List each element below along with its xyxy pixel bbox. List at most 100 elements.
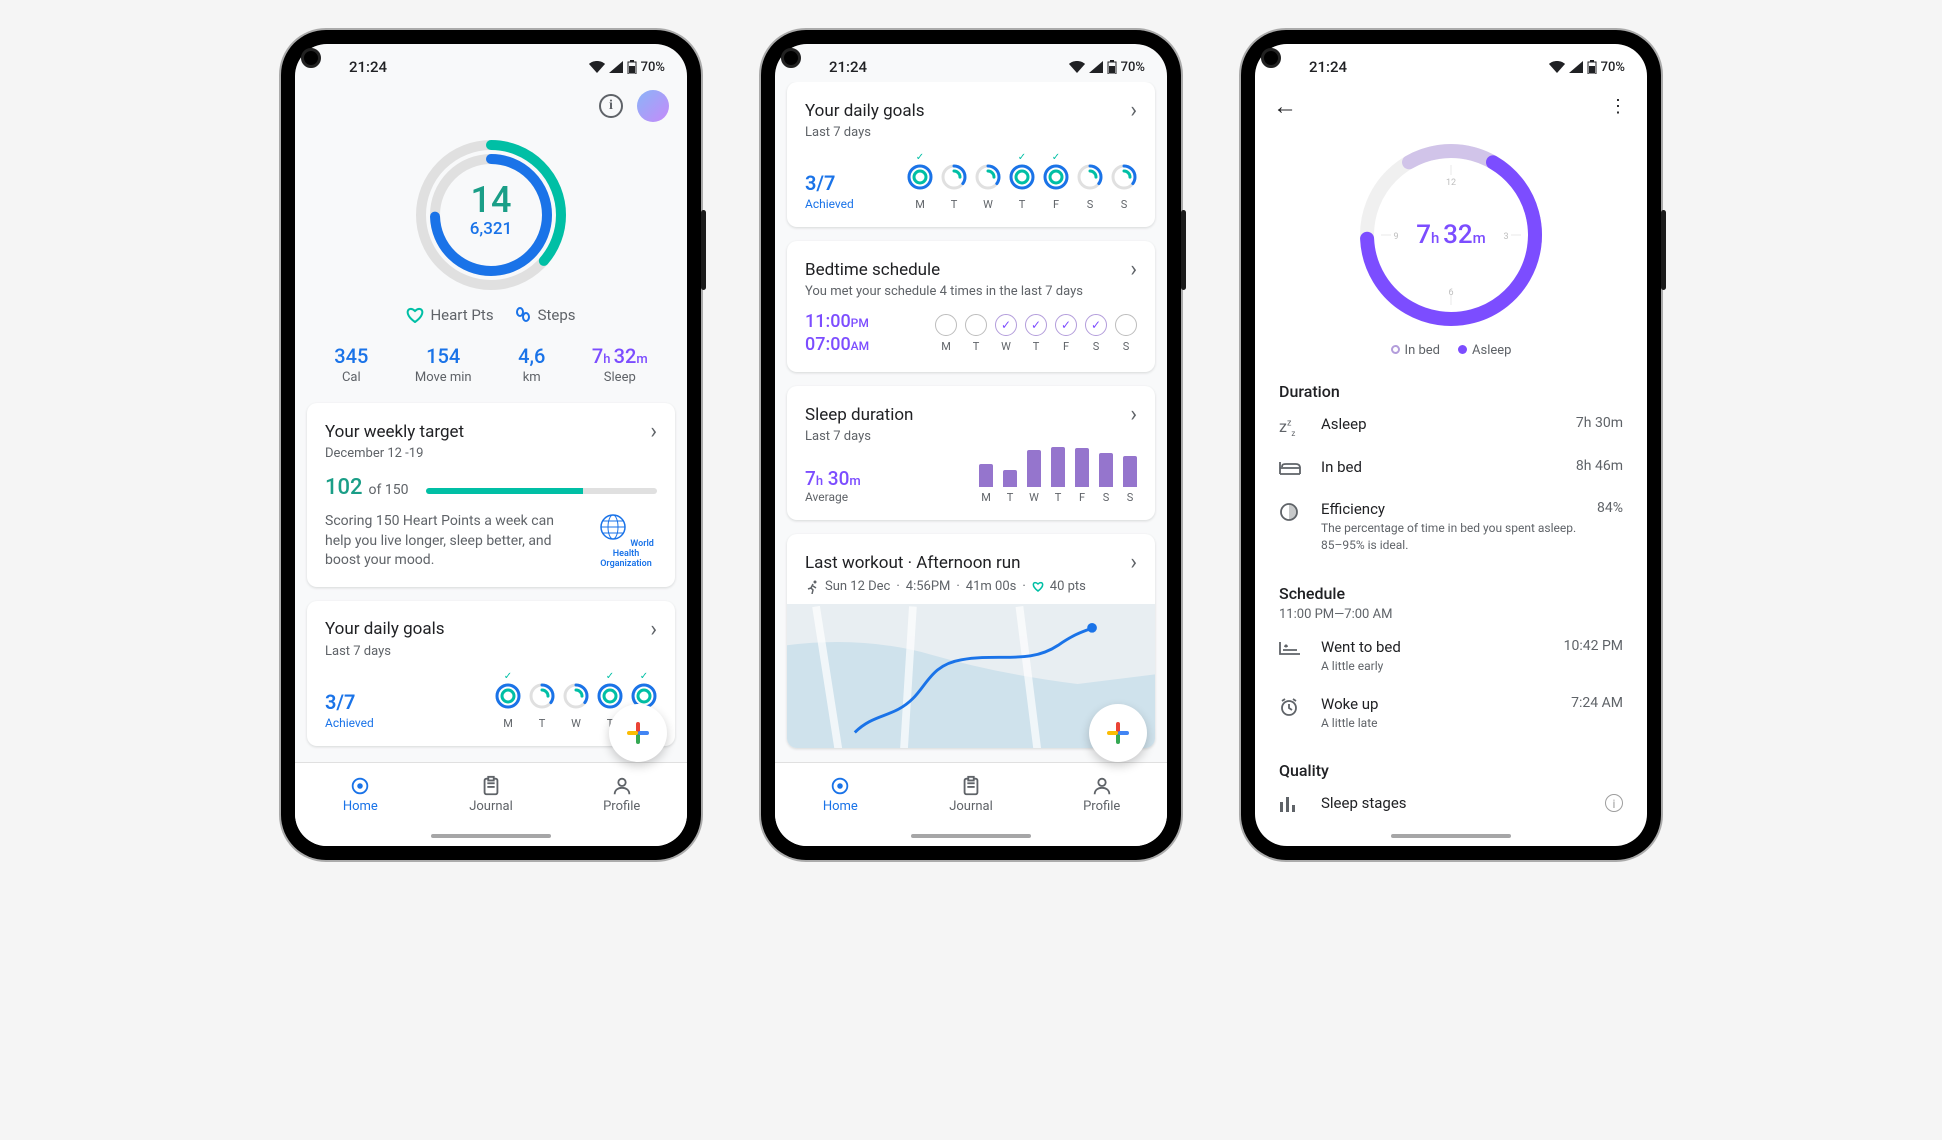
camera-hole [1261,48,1281,68]
status-bar: 21:24 70% [295,44,687,82]
battery-icon [627,60,637,74]
row-went-to-bed[interactable]: Went to bed A little early 10:42 PM [1279,628,1623,685]
bedtime-day: ✓ T [1025,314,1047,353]
svg-text:12: 12 [1446,178,1456,188]
target-progress-bar [426,488,657,494]
bedtime-day: S [1115,314,1137,353]
bedtime-day: ✓ W [995,314,1017,353]
battery-icon [1587,60,1597,74]
metric-move-min[interactable]: 154 Move min [415,344,472,385]
weekly-target-card[interactable]: Your weekly target › December 12 -19 102… [307,403,675,587]
chevron-right-icon: › [1130,257,1137,282]
bed-icon [1279,458,1305,480]
day-indicator: ✓ T [1009,152,1035,211]
fab-add-button[interactable] [1089,704,1147,762]
row-sleep-stages[interactable]: Sleep stages i [1279,784,1623,826]
sleep-bar: M [979,464,993,504]
alarm-icon [1279,695,1305,721]
row-in-bed[interactable]: In bed 8h 46m [1279,448,1623,490]
sleep-bar: T [1003,470,1017,504]
chevron-right-icon: › [1130,550,1137,575]
bottom-nav: Home Journal Profile [775,762,1167,826]
phone-2: 21:24 70% Your daily goals › Last 7 days… [761,30,1181,860]
bottom-nav: Home Journal Profile [295,762,687,826]
status-bar: 21:24 70% [775,44,1167,82]
nav-journal[interactable]: Journal [426,763,557,826]
camera-hole [301,48,321,68]
wifi-icon [1069,61,1085,73]
day-indicator: S [1077,152,1103,211]
fab-add-button[interactable] [609,704,667,762]
chevron-right-icon: › [650,419,657,444]
day-indicator: ✓ M [907,152,933,211]
daily-goals-card[interactable]: Your daily goals › Last 7 days 3/7 Achie… [787,82,1155,227]
battery-icon [1107,60,1117,74]
legend-in-bed: In bed [1391,343,1440,358]
lay-down-icon [1279,638,1305,659]
wifi-icon [589,61,605,73]
metric-cal[interactable]: 345 Cal [334,344,368,385]
info-icon[interactable]: i [599,94,623,118]
sleep-bar: S [1123,456,1137,504]
metric-sleep[interactable]: 7h 32m Sleep [592,344,648,385]
sleep-bar: W [1027,450,1041,504]
signal-icon [609,61,623,73]
legend-steps: Steps [514,306,576,324]
nav-profile[interactable]: Profile [1036,763,1167,826]
run-icon [805,580,819,594]
profile-icon [611,775,633,797]
bedtime-day: ✓ S [1085,314,1107,353]
steps-icon [514,307,532,323]
svg-text:6: 6 [1448,288,1453,298]
sleep-bar: T [1051,447,1065,504]
signal-icon [1569,61,1583,73]
sleep-duration-card[interactable]: Sleep duration › Last 7 days 7h 30m Aver… [787,386,1155,520]
profile-avatar[interactable] [637,90,669,122]
card-title: Your weekly target [325,422,464,442]
status-time: 21:24 [349,58,387,76]
metric-km[interactable]: 4,6 km [518,344,545,385]
day-indicator: W [975,152,1001,211]
row-efficiency[interactable]: Efficiency The percentage of time in bed… [1279,490,1623,564]
day-indicator: ✓ M [495,671,521,730]
camera-hole [781,48,801,68]
nav-home[interactable]: Home [775,763,906,826]
nav-home[interactable]: Home [295,763,426,826]
battery-percent: 70% [641,60,665,75]
bedtime-day: ✓ F [1055,314,1077,353]
wifi-icon [1549,61,1565,73]
bedtime-schedule-card[interactable]: Bedtime schedule › You met your schedule… [787,241,1155,372]
sleep-bar: F [1075,448,1089,504]
chevron-right-icon: › [650,617,657,642]
journal-icon [480,775,502,797]
row-woke-up[interactable]: Woke up A little late 7:24 AM [1279,685,1623,742]
day-indicator: ✓ F [1043,152,1069,211]
chevron-right-icon: › [1130,98,1137,123]
heart-icon [406,307,424,323]
day-indicator: T [529,671,555,730]
efficiency-icon [1279,500,1305,526]
phone-3: 21:24 70% ← ⋮ [1241,30,1661,860]
legend-heart-pts: Heart Pts [406,306,493,324]
legend-asleep: Asleep [1458,343,1511,358]
day-indicator: T [941,152,967,211]
sleep-zzz-icon: zzz [1279,415,1305,438]
home-icon [349,775,371,797]
day-indicator: S [1111,152,1137,211]
nav-profile[interactable]: Profile [556,763,687,826]
status-bar: 21:24 70% [1255,44,1647,82]
heart-icon [1032,581,1044,592]
signal-icon [1089,61,1103,73]
sleep-clock-chart: 12 3 6 9 7h 32m [1351,135,1551,335]
status-time: 21:24 [829,58,867,76]
back-button[interactable]: ← [1273,92,1297,121]
svg-text:7h 32m: 7h 32m [1416,220,1486,250]
bedtime-day: T [965,314,987,353]
day-indicator: W [563,671,589,730]
nav-journal[interactable]: Journal [906,763,1037,826]
sleep-bar: S [1099,453,1113,504]
activity-ring[interactable]: 14 6,321 [307,126,675,306]
row-asleep[interactable]: zzz Asleep 7h 30m [1279,405,1623,448]
more-menu-icon[interactable]: ⋮ [1609,96,1629,117]
info-icon[interactable]: i [1605,794,1623,812]
